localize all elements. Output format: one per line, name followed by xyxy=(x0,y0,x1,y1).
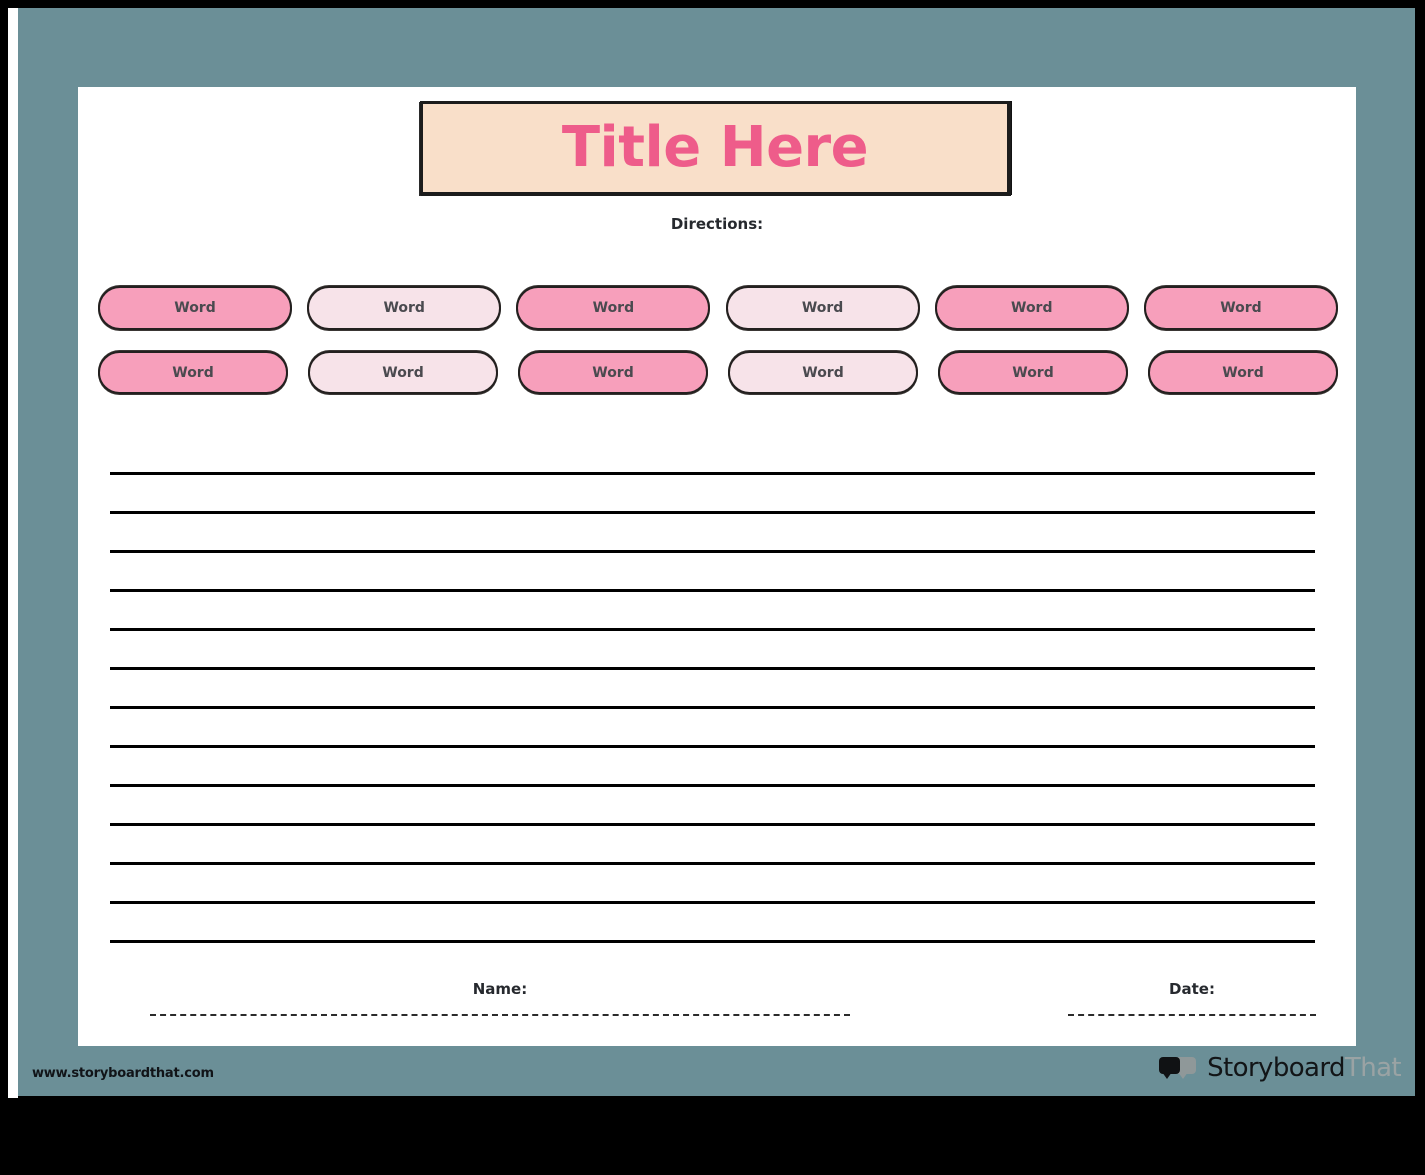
writing-line xyxy=(110,589,1315,592)
word-pill[interactable]: Word xyxy=(1143,286,1338,330)
word-pill[interactable]: Word xyxy=(1148,351,1338,394)
word-pill[interactable]: Word xyxy=(307,286,502,330)
writing-line xyxy=(110,628,1315,631)
word-pill[interactable]: Word xyxy=(98,351,288,394)
brand-secondary: That xyxy=(1344,1053,1402,1083)
worksheet-canvas: Title Here Directions: Word Word Word Wo… xyxy=(18,8,1415,1096)
name-rule xyxy=(150,1014,850,1016)
writing-line xyxy=(110,784,1315,787)
word-pill[interactable]: Word xyxy=(728,351,918,394)
name-label: Name: xyxy=(472,980,528,998)
word-pill-label: Word xyxy=(383,300,425,316)
writing-line xyxy=(110,511,1315,514)
word-pill-label: Word xyxy=(802,364,844,381)
name-field[interactable]: Name: xyxy=(150,980,850,1016)
brand-wordmark: StoryboardThat xyxy=(1207,1055,1401,1081)
worksheet-page: Title Here Directions: Word Word Word Wo… xyxy=(78,87,1356,1046)
word-pill-label: Word xyxy=(592,364,634,381)
directions-label: Directions: xyxy=(670,215,764,233)
word-pill[interactable]: Word xyxy=(725,286,920,330)
word-pill-label: Word xyxy=(1011,300,1053,316)
storyboardthat-logo[interactable]: StoryboardThat xyxy=(1159,1055,1402,1081)
date-field[interactable]: Date: xyxy=(1068,980,1316,1016)
word-pill[interactable]: Word xyxy=(934,286,1129,330)
date-label: Date: xyxy=(1169,980,1215,998)
word-pill[interactable]: Word xyxy=(518,351,708,394)
word-pill-label: Word xyxy=(1222,364,1264,381)
word-pill-label: Word xyxy=(172,364,214,381)
word-pill-label: Word xyxy=(801,300,844,316)
word-pill-label: Word xyxy=(1012,364,1054,381)
page-title: Title Here xyxy=(561,115,869,180)
word-bank-row-2: Word Word Word Word Word Word xyxy=(98,351,1338,394)
writing-lines[interactable] xyxy=(110,472,1315,979)
word-pill-label: Word xyxy=(1220,300,1262,316)
word-pill[interactable]: Word xyxy=(308,351,498,394)
writing-line xyxy=(110,745,1315,748)
writing-line xyxy=(110,823,1315,826)
writing-line xyxy=(110,940,1315,943)
word-pill-label: Word xyxy=(382,364,424,381)
word-pill-label: Word xyxy=(592,300,635,316)
writing-line xyxy=(110,667,1315,670)
speech-bubbles-icon xyxy=(1159,1055,1199,1081)
word-pill[interactable]: Word xyxy=(98,286,292,330)
writing-line xyxy=(110,901,1315,904)
word-bank-grid: Word Word Word Word Word Word Word Word … xyxy=(98,286,1338,415)
word-bank-row-1: Word Word Word Word Word Word xyxy=(98,286,1338,330)
word-pill[interactable]: Word xyxy=(516,286,711,330)
writing-line xyxy=(110,862,1315,865)
site-url[interactable]: www.storyboardthat.com xyxy=(32,1066,214,1081)
title-banner[interactable]: Title Here xyxy=(420,101,1010,195)
worksheet-footer: Name: Date: xyxy=(78,980,1356,1046)
writing-line xyxy=(110,550,1315,553)
screenshot-root: Title Here Directions: Word Word Word Wo… xyxy=(0,0,1425,1175)
word-pill[interactable]: Word xyxy=(938,351,1128,394)
date-rule xyxy=(1068,1014,1316,1016)
left-edge-sliver xyxy=(8,8,18,1098)
writing-line xyxy=(110,472,1315,475)
writing-line xyxy=(110,706,1315,709)
brand-primary: Storyboard xyxy=(1207,1053,1345,1083)
word-pill-label: Word xyxy=(174,300,216,316)
